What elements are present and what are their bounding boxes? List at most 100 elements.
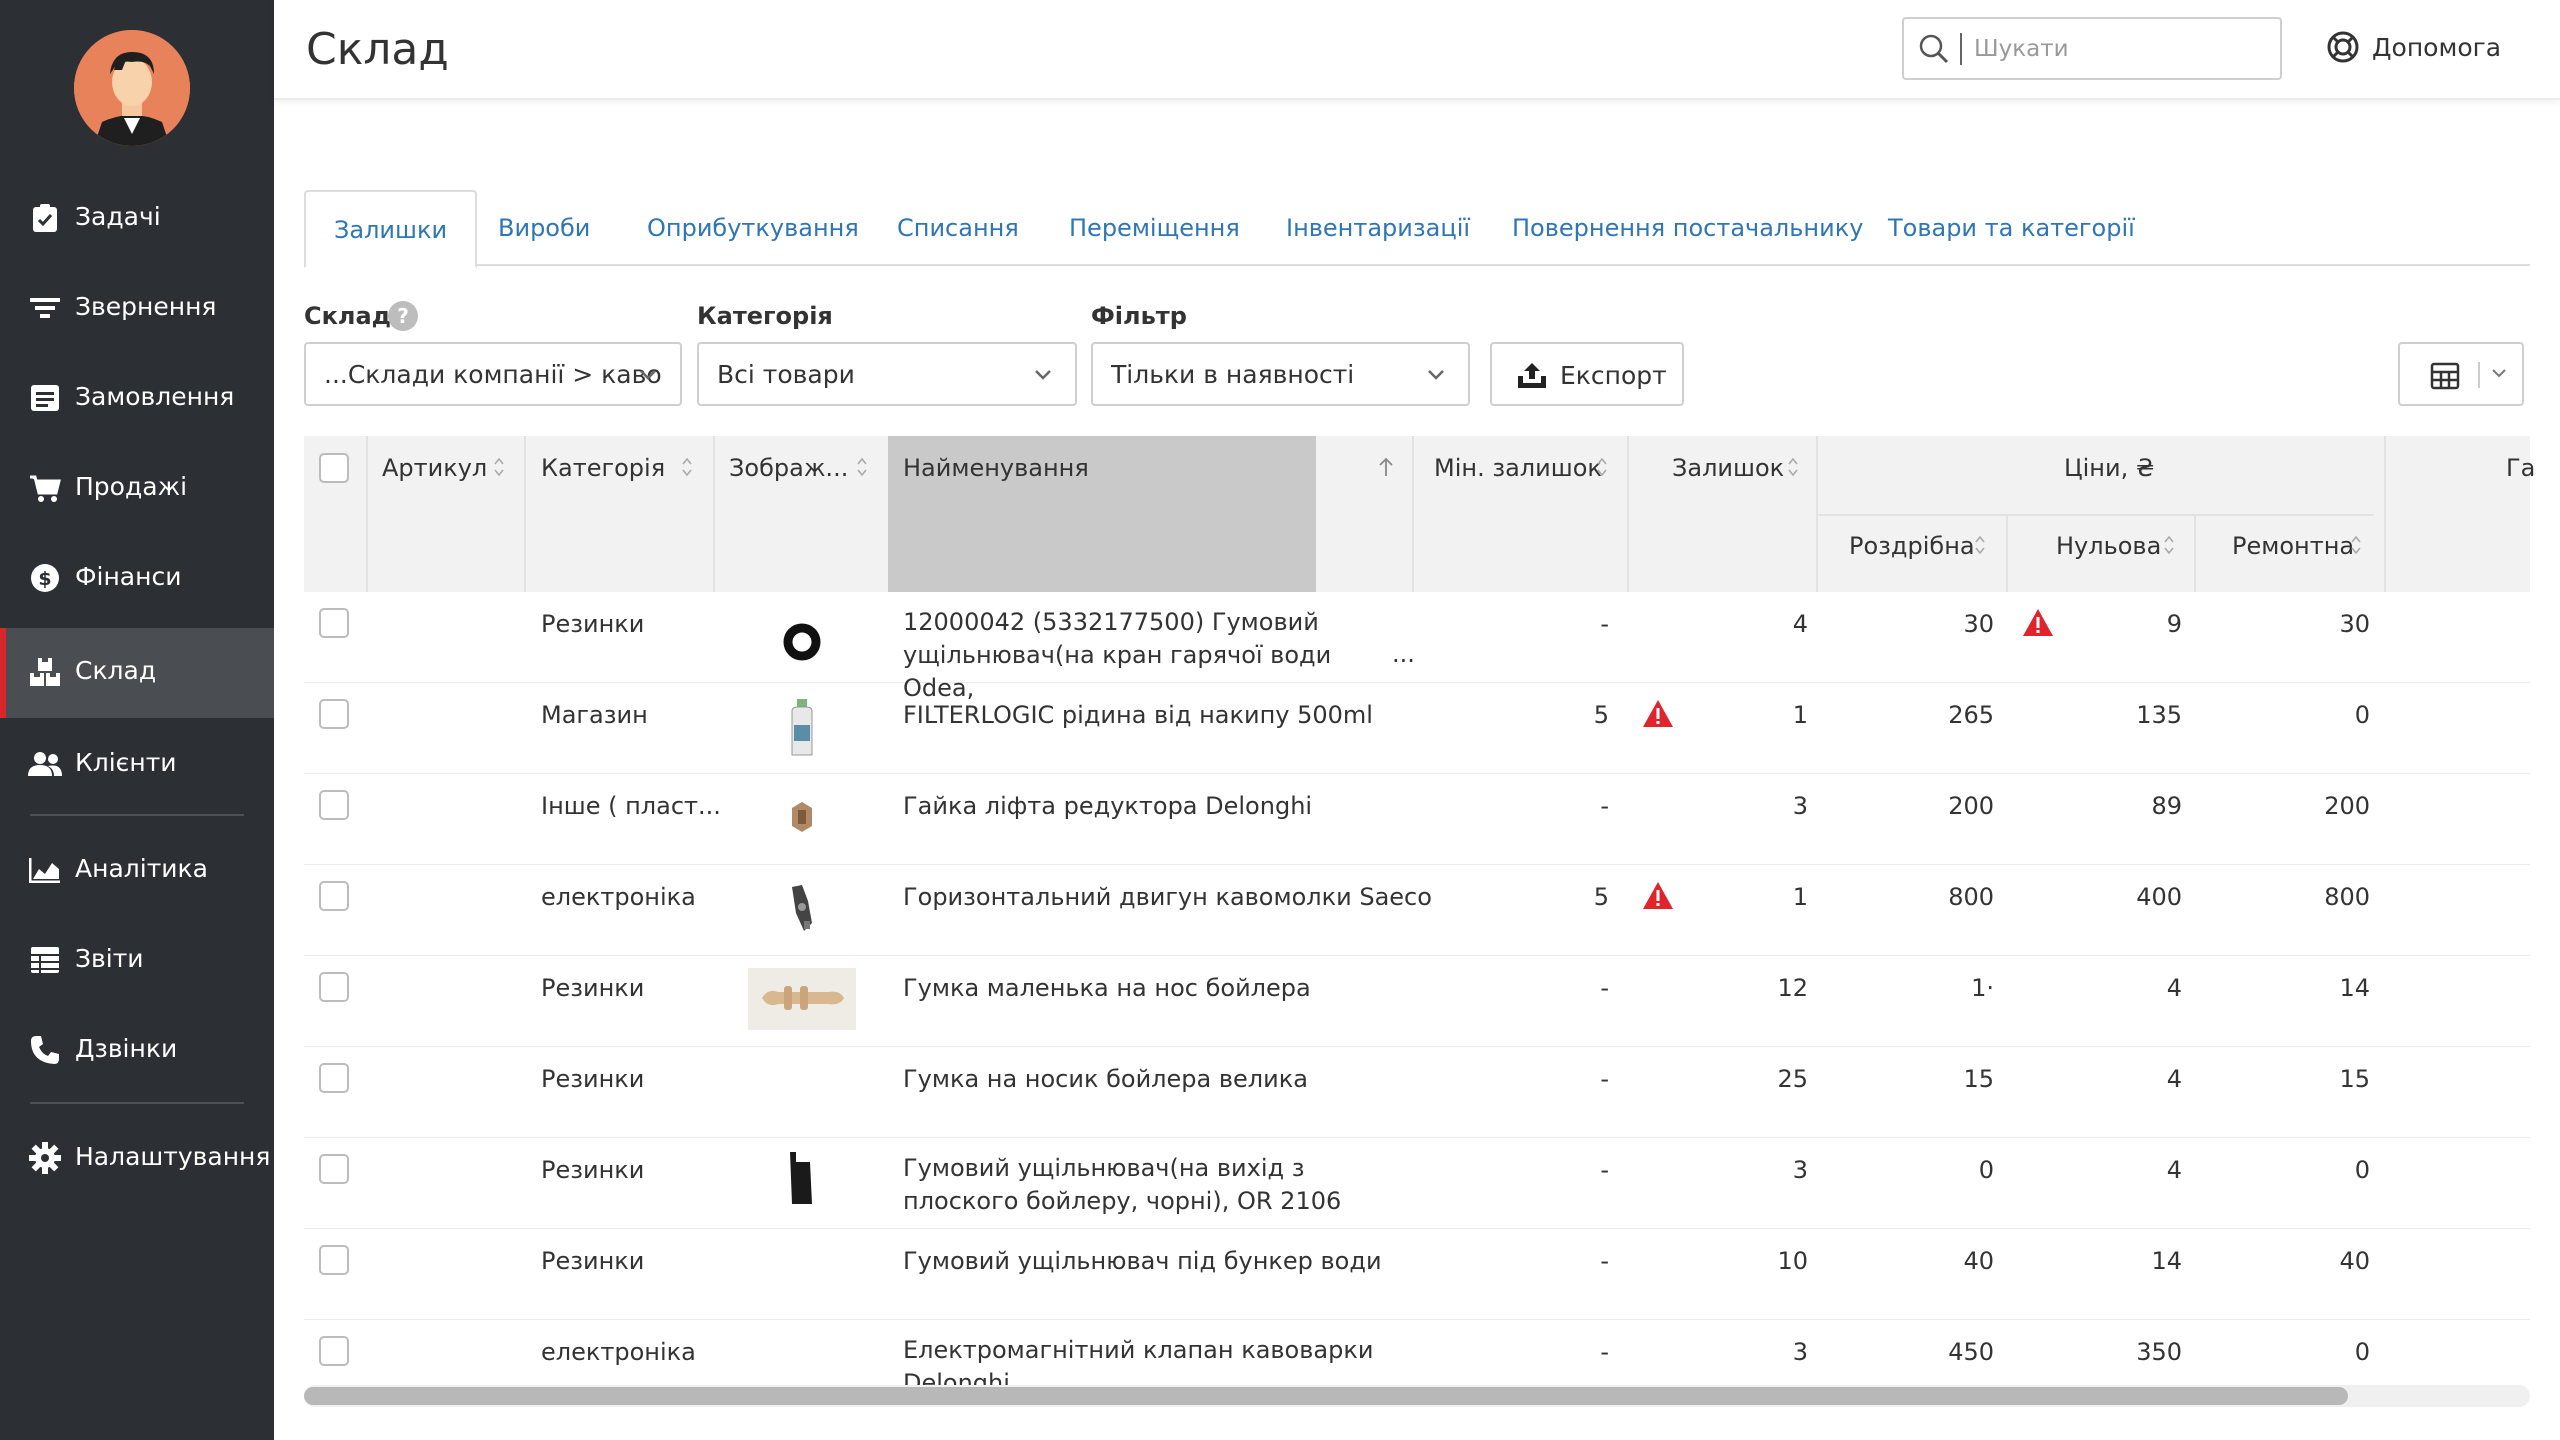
header-min-stock[interactable]: Мін. залишок	[1434, 454, 1602, 482]
stock-filter-select[interactable]: Тільки в наявності	[1091, 342, 1470, 406]
category-select[interactable]: Всі товари	[697, 342, 1077, 406]
header-repair[interactable]: Ремонтна	[2232, 532, 2354, 560]
sidebar-item-analytics[interactable]: Аналітика	[0, 826, 274, 916]
header-zero[interactable]: Нульова	[2056, 532, 2161, 560]
sidebar-item-sales[interactable]: Продажі	[0, 444, 274, 534]
tab-inventories[interactable]: Інвентаризації	[1286, 190, 1470, 266]
row-checkbox[interactable]	[319, 608, 349, 638]
row-checkbox[interactable]	[319, 699, 349, 729]
boxes-icon	[28, 655, 62, 689]
sidebar-item-finance[interactable]: $ Фінанси	[0, 534, 274, 624]
row-checkbox[interactable]	[319, 1154, 349, 1184]
sidebar-item-calls[interactable]: Дзвінки	[0, 1006, 274, 1096]
sidebar-item-orders[interactable]: Замовлення	[0, 354, 274, 444]
cell-name: Гайка ліфта редуктора Delonghi	[903, 792, 1313, 820]
warehouse-select-value: ...Склади компанії > каво	[324, 360, 662, 389]
sidebar-item-reports[interactable]: Звіти	[0, 916, 274, 1006]
warehouse-select[interactable]: ...Склади компанії > каво	[304, 342, 682, 406]
tab-write-offs[interactable]: Списання	[897, 190, 1019, 266]
export-label: Експорт	[1560, 361, 1667, 390]
sidebar-item-tasks[interactable]: Задачі	[0, 174, 274, 264]
row-checkbox[interactable]	[319, 881, 349, 911]
row-checkbox[interactable]	[319, 790, 349, 820]
sidebar-item-settings[interactable]: Налаштування	[0, 1114, 274, 1204]
sort-ascending-icon[interactable]	[1378, 456, 1394, 478]
help-link[interactable]: Допомога	[2326, 30, 2501, 64]
cell-repair-price: 15	[2339, 1065, 2370, 1093]
sidebar-item-clients[interactable]: Клієнти	[0, 720, 274, 810]
category-filter-label: Категорія	[697, 302, 833, 330]
row-checkbox[interactable]	[319, 972, 349, 1002]
tab-products[interactable]: Вироби	[498, 190, 590, 266]
table-row[interactable]: електроніка Електромагнітний клапан каво…	[304, 1320, 2530, 1390]
sort-icon[interactable]	[680, 456, 694, 478]
sidebar-item-label: Замовлення	[75, 382, 235, 411]
select-all-checkbox[interactable]	[319, 453, 349, 483]
tab-supplier-returns[interactable]: Повернення постачальнику	[1512, 190, 1863, 266]
column-divider	[1627, 436, 1629, 592]
column-divider	[2006, 516, 2008, 592]
row-checkbox[interactable]	[319, 1336, 349, 1366]
sort-icon[interactable]	[1786, 456, 1800, 478]
table-row[interactable]: Магазин FILTERLOGIC рідина від накипу 50…	[304, 683, 2530, 774]
tab-receipts[interactable]: Оприбуткування	[647, 190, 859, 266]
column-divider	[1412, 436, 1414, 592]
header-retail[interactable]: Роздрібна	[1849, 532, 1975, 560]
sidebar-item-warehouse[interactable]: Склад	[0, 628, 274, 718]
horizontal-scrollbar-thumb[interactable]	[304, 1387, 2348, 1405]
header-image[interactable]: Зображ...	[729, 454, 848, 482]
table-row[interactable]: Резинки 12000042 (5332177500) Гумовий ущ…	[304, 592, 2530, 702]
tab-stock[interactable]: Залишки	[304, 190, 478, 268]
table-row[interactable]: Інше ( пласт... Гайка ліфта редуктора De…	[304, 774, 2530, 865]
table-row[interactable]: Резинки Гумка маленька на нос бойлера - …	[304, 956, 2530, 1047]
sort-icon[interactable]	[2349, 534, 2363, 556]
row-checkbox[interactable]	[319, 1063, 349, 1093]
export-button[interactable]: Експорт	[1490, 342, 1684, 406]
cell-retail-price: 15	[1963, 1065, 1994, 1093]
sort-icon[interactable]	[1595, 456, 1609, 478]
avatar[interactable]	[74, 30, 190, 146]
header-name[interactable]: Найменування	[903, 454, 1089, 482]
dollar-circle-icon: $	[28, 561, 62, 595]
cell-category: Резинки	[541, 1065, 645, 1093]
tab-transfers[interactable]: Переміщення	[1069, 190, 1240, 266]
warning-icon	[2023, 609, 2053, 636]
cell-category: Інше ( пласт...	[541, 792, 721, 820]
cell-zero-price: 14	[2151, 1247, 2182, 1275]
sidebar-item-label: Звіти	[75, 944, 144, 973]
cell-zero-price: 400	[2136, 883, 2182, 911]
users-icon	[28, 747, 62, 781]
search-input[interactable]	[1974, 29, 2264, 69]
cell-min-stock: -	[1600, 1247, 1609, 1275]
header-category[interactable]: Категорія	[541, 454, 665, 482]
tab-goods-categories[interactable]: Товари та категорії	[1888, 190, 2135, 266]
sidebar-item-label: Дзвінки	[75, 1034, 178, 1063]
sort-icon[interactable]	[1973, 534, 1987, 556]
sidebar-item-label: Задачі	[75, 202, 161, 231]
row-checkbox[interactable]	[319, 1245, 349, 1275]
table-row[interactable]: Резинки Гумка на носик бойлера велика - …	[304, 1047, 2530, 1138]
filter-lines-icon	[28, 291, 62, 325]
search-icon	[1918, 33, 1950, 69]
sort-icon[interactable]	[855, 456, 869, 478]
cell-retail-price: 0	[1978, 1156, 1994, 1184]
cell-zero-price: 4	[2166, 974, 2182, 1002]
sidebar-item-label: Аналітика	[75, 854, 208, 883]
header-extra-truncated[interactable]: Га	[2506, 454, 2535, 482]
sort-icon[interactable]	[2162, 534, 2176, 556]
warning-icon	[1643, 882, 1673, 909]
category-select-value: Всі товари	[717, 360, 855, 389]
chevron-down-icon	[1035, 370, 1051, 380]
header-article[interactable]: Артикул	[382, 454, 487, 482]
columns-toggle-button[interactable]	[2398, 342, 2524, 406]
sidebar-item-appeals[interactable]: Звернення	[0, 264, 274, 354]
sort-icon[interactable]	[492, 456, 506, 478]
table-list-icon	[28, 943, 62, 977]
table-header: Артикул Категорія Зображ... Найменування…	[304, 436, 2535, 592]
table-row[interactable]: електроніка Горизонтальний двигун кавомо…	[304, 865, 2530, 956]
table-row[interactable]: Резинки Гумовий ущільнювач(на вихід з пл…	[304, 1138, 2530, 1229]
search-box[interactable]	[1902, 17, 2282, 80]
help-question-icon[interactable]: ?	[388, 301, 418, 331]
table-row[interactable]: Резинки Гумовий ущільнювач під бункер во…	[304, 1229, 2530, 1320]
header-stock[interactable]: Залишок	[1672, 454, 1784, 482]
